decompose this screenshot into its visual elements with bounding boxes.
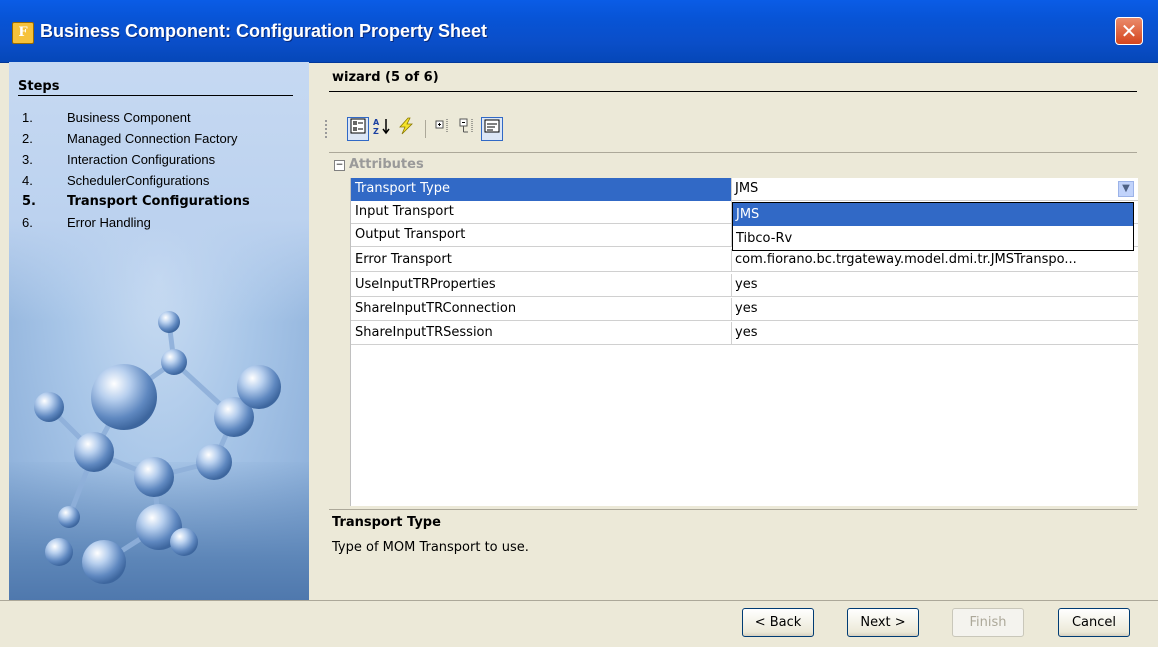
category-label: Attributes <box>349 157 424 172</box>
column-divider <box>731 322 732 345</box>
property-row-error-transport[interactable]: Error Transport com.fiorano.bc.trgateway… <box>351 249 1138 272</box>
property-row-use-input-tr-properties[interactable]: UseInputTRProperties yes <box>351 274 1138 297</box>
transport-type-dropdown-list: JMS Tibco-Rv <box>732 202 1134 251</box>
property-name: UseInputTRProperties <box>355 277 496 292</box>
window-title: Business Component: Configuration Proper… <box>40 21 488 41</box>
step-label: Interaction Configurations <box>67 152 216 167</box>
sidebar-backdrop <box>9 62 309 322</box>
step-label: Error Handling <box>67 215 151 230</box>
close-button[interactable]: ✕ <box>1115 17 1143 45</box>
step-label: Business Component <box>67 110 191 125</box>
show-description-icon[interactable] <box>481 117 503 141</box>
property-value[interactable]: yes <box>735 277 757 292</box>
sort-alphabetic-icon[interactable]: AZ <box>371 117 393 141</box>
property-value[interactable]: yes <box>735 325 757 340</box>
categorized-view-icon[interactable] <box>347 117 369 141</box>
description-text: Type of MOM Transport to use. <box>332 540 529 555</box>
app-icon: F <box>12 22 34 44</box>
property-name: ShareInputTRSession <box>355 325 493 340</box>
steps-heading: Steps <box>18 79 60 94</box>
category-row-attributes[interactable]: − Attributes <box>329 153 1137 177</box>
property-row-transport-type[interactable]: Transport Type JMS ▼ <box>351 178 1138 201</box>
step-item-2: 2. Managed Connection Factory <box>22 131 238 146</box>
button-bar-divider <box>0 600 1158 601</box>
property-toolbar: AZ <box>325 117 573 145</box>
cancel-button[interactable]: Cancel <box>1058 608 1130 637</box>
step-label: Transport Configurations <box>67 194 250 209</box>
dropdown-option-tibco-rv[interactable]: Tibco-Rv <box>733 227 1133 250</box>
title-bar: F Business Component: Configuration Prop… <box>0 0 1158 63</box>
svg-text:Z: Z <box>373 127 379 135</box>
property-name: ShareInputTRConnection <box>355 301 517 316</box>
events-lightning-icon[interactable] <box>395 117 417 141</box>
collapse-all-icon[interactable] <box>457 117 479 141</box>
description-divider <box>329 509 1137 510</box>
chevron-down-icon[interactable]: ▼ <box>1118 181 1134 197</box>
dropdown-option-jms[interactable]: JMS <box>733 203 1133 226</box>
property-row-share-input-tr-connection[interactable]: ShareInputTRConnection yes <box>351 298 1138 321</box>
property-value[interactable]: com.fiorano.bc.trgateway.model.dmi.tr.JM… <box>735 252 1077 267</box>
column-divider <box>731 178 732 201</box>
property-value[interactable]: yes <box>735 301 757 316</box>
step-item-3: 3. Interaction Configurations <box>22 152 216 167</box>
step-item-6: 6. Error Handling <box>22 215 151 230</box>
wizard-divider <box>329 91 1137 92</box>
step-item-1: 1. Business Component <box>22 110 191 125</box>
property-name: Transport Type <box>355 181 450 196</box>
property-name: Output Transport <box>355 227 466 242</box>
step-item-5-current: 5. Transport Configurations <box>22 194 250 209</box>
step-item-4: 4. SchedulerConfigurations <box>22 173 210 188</box>
step-label: SchedulerConfigurations <box>67 173 210 188</box>
expand-all-icon[interactable] <box>433 117 455 141</box>
finish-button: Finish <box>952 608 1024 637</box>
description-title: Transport Type <box>332 515 441 530</box>
property-name: Input Transport <box>355 204 454 219</box>
column-divider <box>731 249 732 272</box>
back-button[interactable]: < Back <box>742 608 814 637</box>
steps-divider <box>18 95 293 96</box>
wizard-heading: wizard (5 of 6) <box>332 70 439 85</box>
svg-text:A: A <box>373 118 380 127</box>
toolbar-grip <box>325 120 327 138</box>
molecule-illustration <box>34 311 281 584</box>
column-divider <box>731 298 732 321</box>
toolbar-separator <box>425 120 426 138</box>
column-divider <box>731 274 732 297</box>
property-value[interactable]: JMS <box>735 181 758 196</box>
collapse-toggle-icon[interactable]: − <box>334 160 345 171</box>
property-name: Error Transport <box>355 252 452 267</box>
step-label: Managed Connection Factory <box>67 131 238 146</box>
next-button[interactable]: Next > <box>847 608 919 637</box>
property-row-share-input-tr-session[interactable]: ShareInputTRSession yes <box>351 322 1138 345</box>
